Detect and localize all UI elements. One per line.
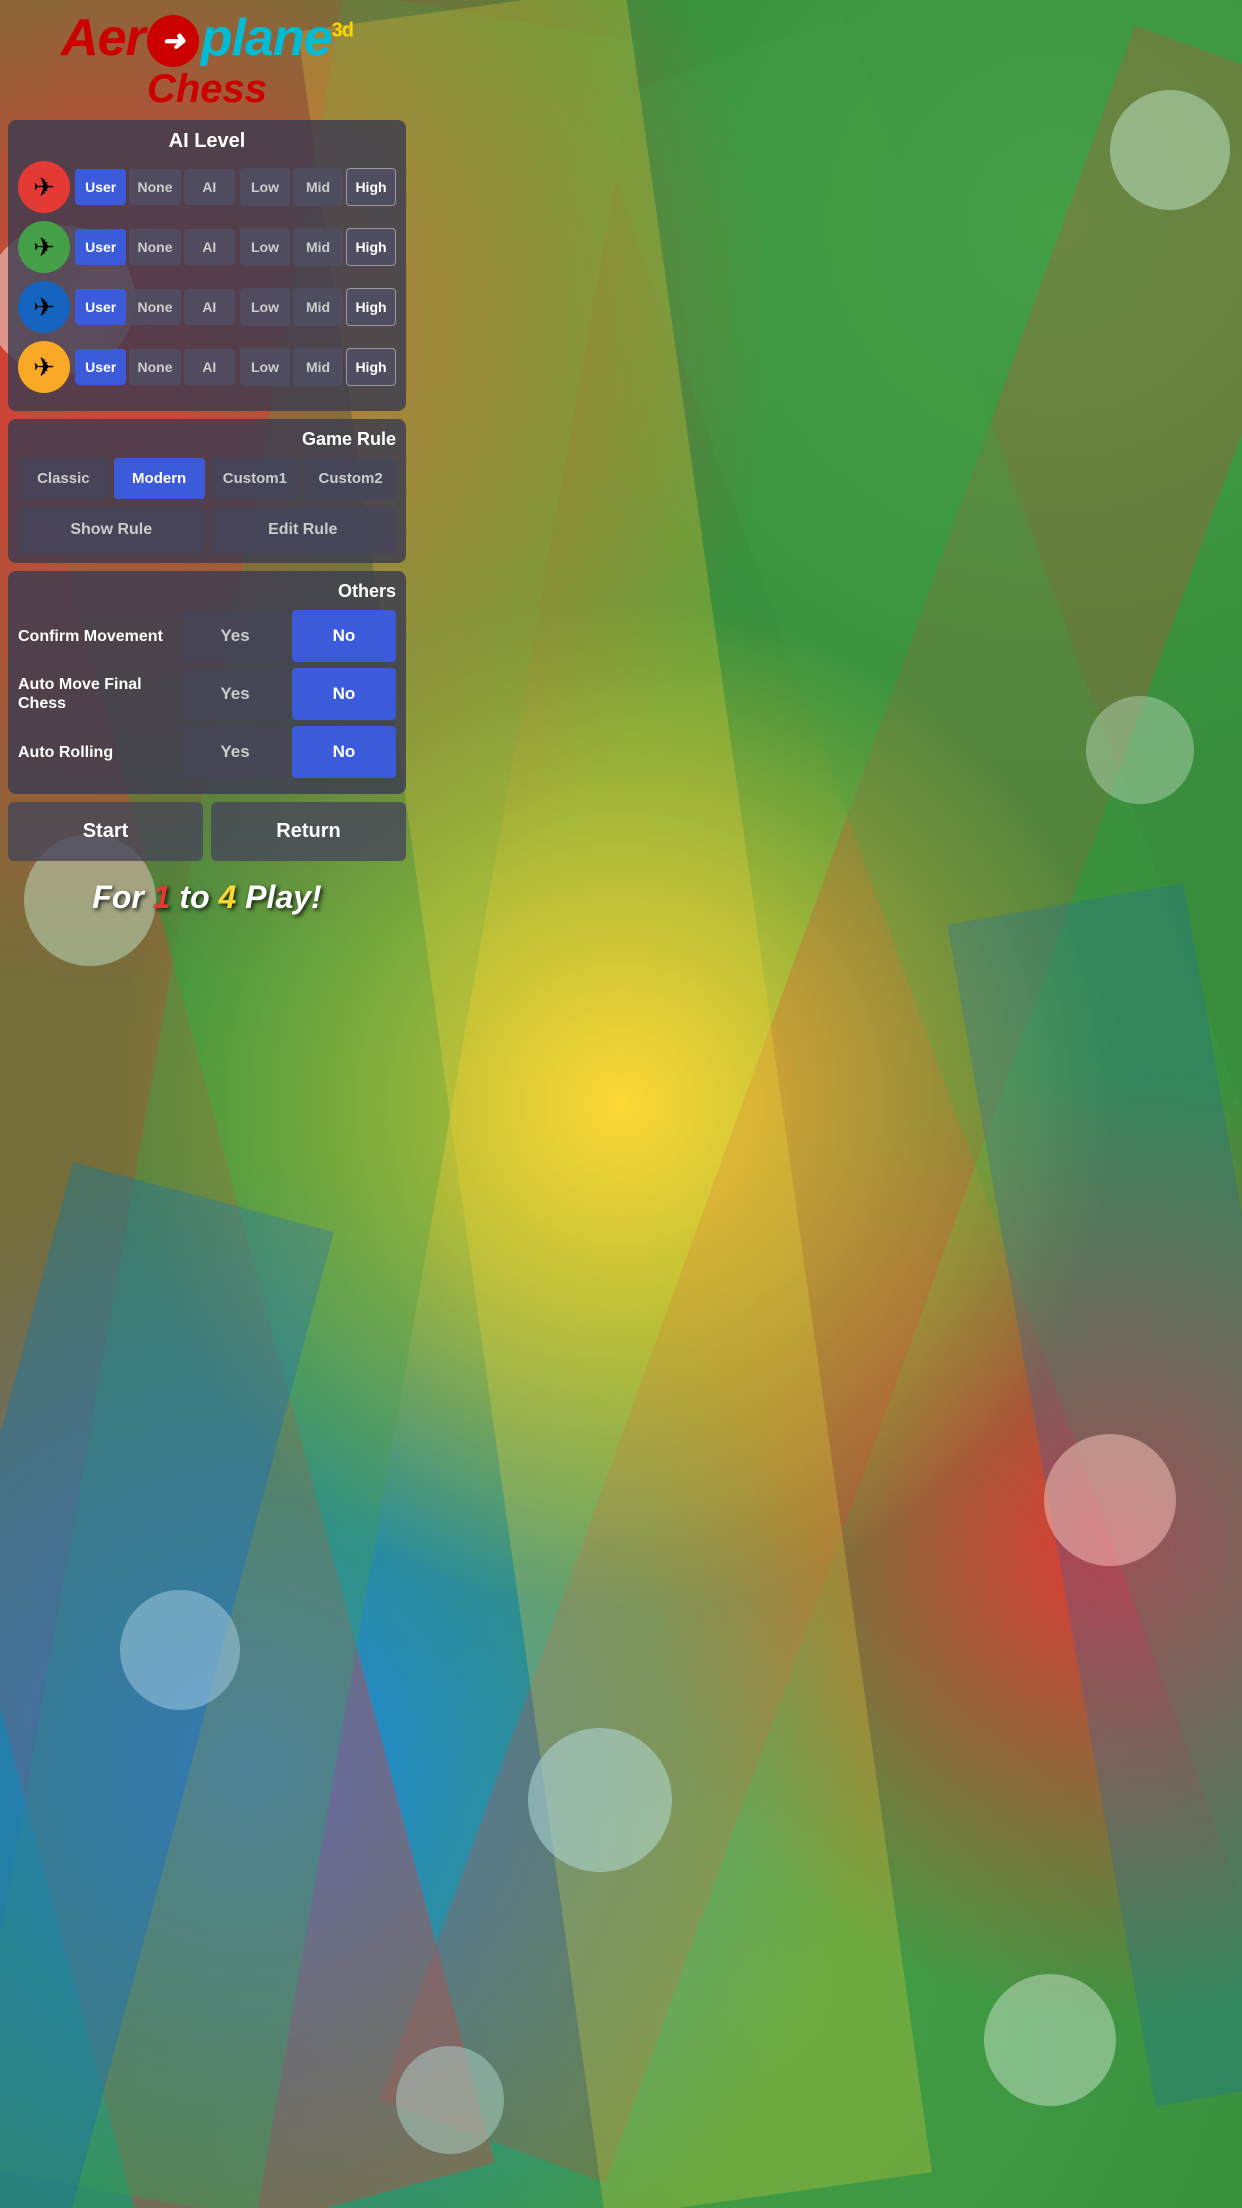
others-panel: Others Confirm MovementYesNoAuto Move Fi… <box>8 571 406 794</box>
player-row-yellow: ✈UserNoneAILowMidHigh <box>18 341 396 393</box>
rule-option-custom1[interactable]: Custom1 <box>210 458 301 499</box>
logo-chess-text: Chess <box>147 67 267 111</box>
footer-play: Play! <box>245 879 321 915</box>
player-icon-blue: ✈ <box>18 281 70 333</box>
rule-actions: Show Rule Edit Rule <box>18 507 396 553</box>
footer-for: For <box>92 879 152 915</box>
player-icon-yellow: ✈ <box>18 341 70 393</box>
player-red-high-btn[interactable]: High <box>346 168 396 206</box>
player-green-low-btn[interactable]: Low <box>240 228 290 266</box>
player-yellow-none-btn[interactable]: None <box>129 349 180 385</box>
player-blue-mid-btn[interactable]: Mid <box>293 288 343 326</box>
others-label-0: Confirm Movement <box>18 627 178 646</box>
others-2-yes-btn[interactable]: Yes <box>183 726 287 778</box>
ai-level-header: AI Level <box>18 130 396 153</box>
player-blue-low-btn[interactable]: Low <box>240 288 290 326</box>
others-yn-0: YesNo <box>183 610 396 662</box>
player-ai-level-green: LowMidHigh <box>240 228 396 266</box>
logo-plane-text: plane <box>201 9 332 67</box>
player-red-user-btn[interactable]: User <box>75 169 126 205</box>
player-ctrl-blue: UserNoneAI <box>75 289 235 325</box>
others-label-2: Auto Rolling <box>18 743 178 762</box>
logo-3d: 3d <box>332 20 353 42</box>
player-green-ai-btn[interactable]: AI <box>184 229 235 265</box>
player-icon-green: ✈ <box>18 221 70 273</box>
logo-section: Aer➜plane3d Chess <box>8 0 406 120</box>
player-ctrl-red: UserNoneAI <box>75 169 235 205</box>
player-blue-user-btn[interactable]: User <box>75 289 126 325</box>
player-row-blue: ✈UserNoneAILowMidHigh <box>18 281 396 333</box>
others-row-0: Confirm Movement YesNo <box>18 610 396 662</box>
player-red-ai-btn[interactable]: AI <box>184 169 235 205</box>
footer: For 1 to 4 Play! <box>8 869 406 921</box>
player-green-mid-btn[interactable]: Mid <box>293 228 343 266</box>
player-ai-level-red: LowMidHigh <box>240 168 396 206</box>
player-rows-container: ✈UserNoneAILowMidHigh✈UserNoneAILowMidHi… <box>18 161 396 393</box>
return-button[interactable]: Return <box>211 802 406 861</box>
others-2-no-btn[interactable]: No <box>292 726 396 778</box>
game-rule-panel: Game Rule ClassicModernCustom1Custom2 Sh… <box>8 419 406 563</box>
footer-1: 1 <box>153 879 180 915</box>
player-blue-ai-btn[interactable]: AI <box>184 289 235 325</box>
player-red-mid-btn[interactable]: Mid <box>293 168 343 206</box>
others-1-yes-btn[interactable]: Yes <box>183 668 287 720</box>
player-yellow-mid-btn[interactable]: Mid <box>293 348 343 386</box>
player-ai-level-blue: LowMidHigh <box>240 288 396 326</box>
rule-option-classic[interactable]: Classic <box>18 458 109 499</box>
player-red-none-btn[interactable]: None <box>129 169 180 205</box>
player-blue-none-btn[interactable]: None <box>129 289 180 325</box>
player-yellow-high-btn[interactable]: High <box>346 348 396 386</box>
others-yn-2: YesNo <box>183 726 396 778</box>
show-rule-button[interactable]: Show Rule <box>18 507 205 553</box>
player-yellow-low-btn[interactable]: Low <box>240 348 290 386</box>
player-row-green: ✈UserNoneAILowMidHigh <box>18 221 396 273</box>
player-green-user-btn[interactable]: User <box>75 229 126 265</box>
edit-rule-button[interactable]: Edit Rule <box>210 507 397 553</box>
footer-to: to <box>179 879 218 915</box>
footer-4: 4 <box>219 879 246 915</box>
rule-option-custom2[interactable]: Custom2 <box>305 458 396 499</box>
others-0-no-btn[interactable]: No <box>292 610 396 662</box>
ai-level-panel: AI Level ✈UserNoneAILowMidHigh✈UserNoneA… <box>8 120 406 411</box>
bottom-buttons: Start Return <box>8 802 406 861</box>
rule-option-modern[interactable]: Modern <box>114 458 205 499</box>
others-0-yes-btn[interactable]: Yes <box>183 610 287 662</box>
others-rows-container: Confirm MovementYesNoAuto Move Final Che… <box>18 610 396 778</box>
player-yellow-ai-btn[interactable]: AI <box>184 349 235 385</box>
player-ctrl-green: UserNoneAI <box>75 229 235 265</box>
others-row-2: Auto Rolling YesNo <box>18 726 396 778</box>
player-ctrl-yellow: UserNoneAI <box>75 349 235 385</box>
player-green-high-btn[interactable]: High <box>346 228 396 266</box>
logo-aer: Aer <box>61 9 145 67</box>
others-label-1: Auto Move Final Chess <box>18 675 178 713</box>
player-green-none-btn[interactable]: None <box>129 229 180 265</box>
game-rule-header: Game Rule <box>18 429 396 450</box>
start-button[interactable]: Start <box>8 802 203 861</box>
player-ai-level-yellow: LowMidHigh <box>240 348 396 386</box>
others-header: Others <box>18 581 396 602</box>
others-1-no-btn[interactable]: No <box>292 668 396 720</box>
player-icon-red: ✈ <box>18 161 70 213</box>
others-row-1: Auto Move Final ChessYesNo <box>18 668 396 720</box>
logo-arrow-circle: ➜ <box>147 15 199 67</box>
player-red-low-btn[interactable]: Low <box>240 168 290 206</box>
rule-options: ClassicModernCustom1Custom2 <box>18 458 396 499</box>
others-yn-1: YesNo <box>183 668 396 720</box>
player-blue-high-btn[interactable]: High <box>346 288 396 326</box>
player-row-red: ✈UserNoneAILowMidHigh <box>18 161 396 213</box>
player-yellow-user-btn[interactable]: User <box>75 349 126 385</box>
